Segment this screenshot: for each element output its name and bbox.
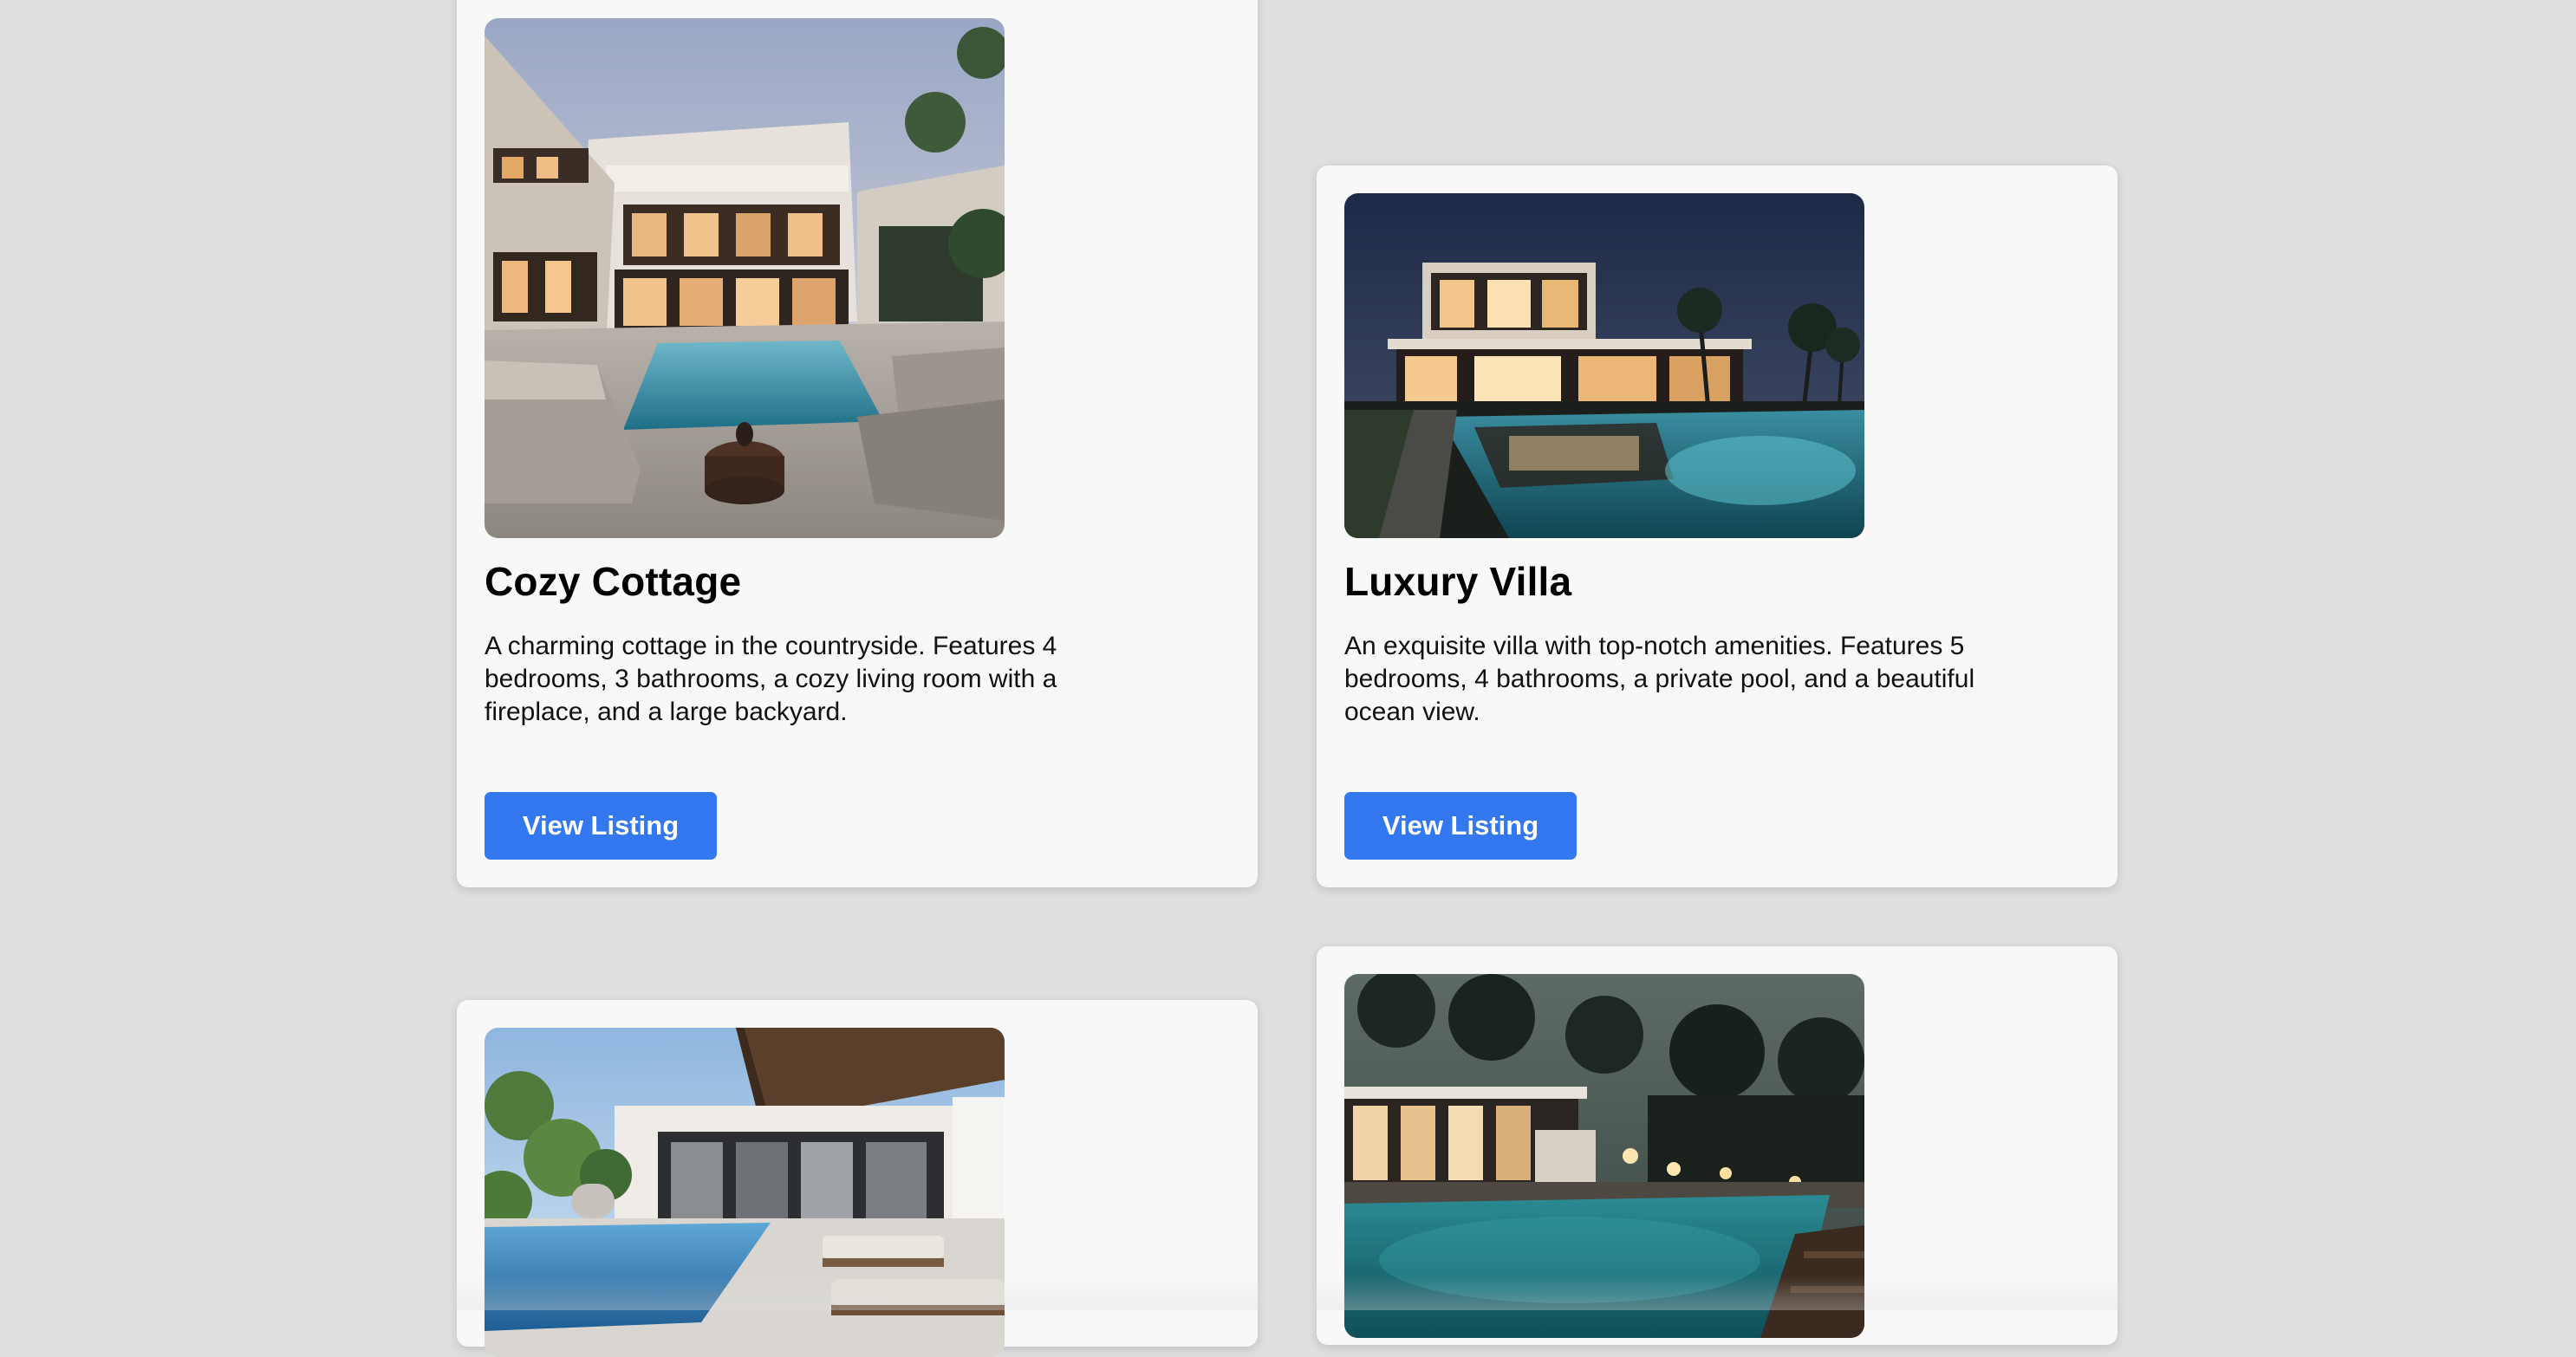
house-pool-patio-image	[485, 18, 1005, 538]
listing-photo[interactable]	[1344, 193, 1864, 538]
listing-card-cozy-cottage: Cozy Cottage A charming cottage in the c…	[457, 0, 1258, 887]
listing-card	[1317, 946, 2117, 1345]
viewport-bottom-fade	[0, 1276, 2576, 1310]
listing-photo[interactable]	[1344, 974, 1864, 1338]
night-house-pool-image	[1344, 974, 1864, 1338]
view-listing-button[interactable]: View Listing	[485, 792, 717, 860]
villa-night-pool-image	[1344, 193, 1864, 538]
modern-home-pool-image	[485, 1028, 1005, 1357]
listing-title: Luxury Villa	[1344, 558, 1571, 605]
listing-card-luxury-villa: Luxury Villa An exquisite villa with top…	[1317, 166, 2117, 887]
listing-photo[interactable]	[485, 18, 1005, 538]
listing-card	[457, 1000, 1258, 1347]
listing-description: An exquisite villa with top-notch amenit…	[1344, 630, 2020, 729]
view-listing-button[interactable]: View Listing	[1344, 792, 1577, 860]
listing-title: Cozy Cottage	[485, 558, 741, 605]
listing-photo[interactable]	[485, 1028, 1005, 1357]
listing-description: A charming cottage in the countryside. F…	[485, 630, 1161, 729]
